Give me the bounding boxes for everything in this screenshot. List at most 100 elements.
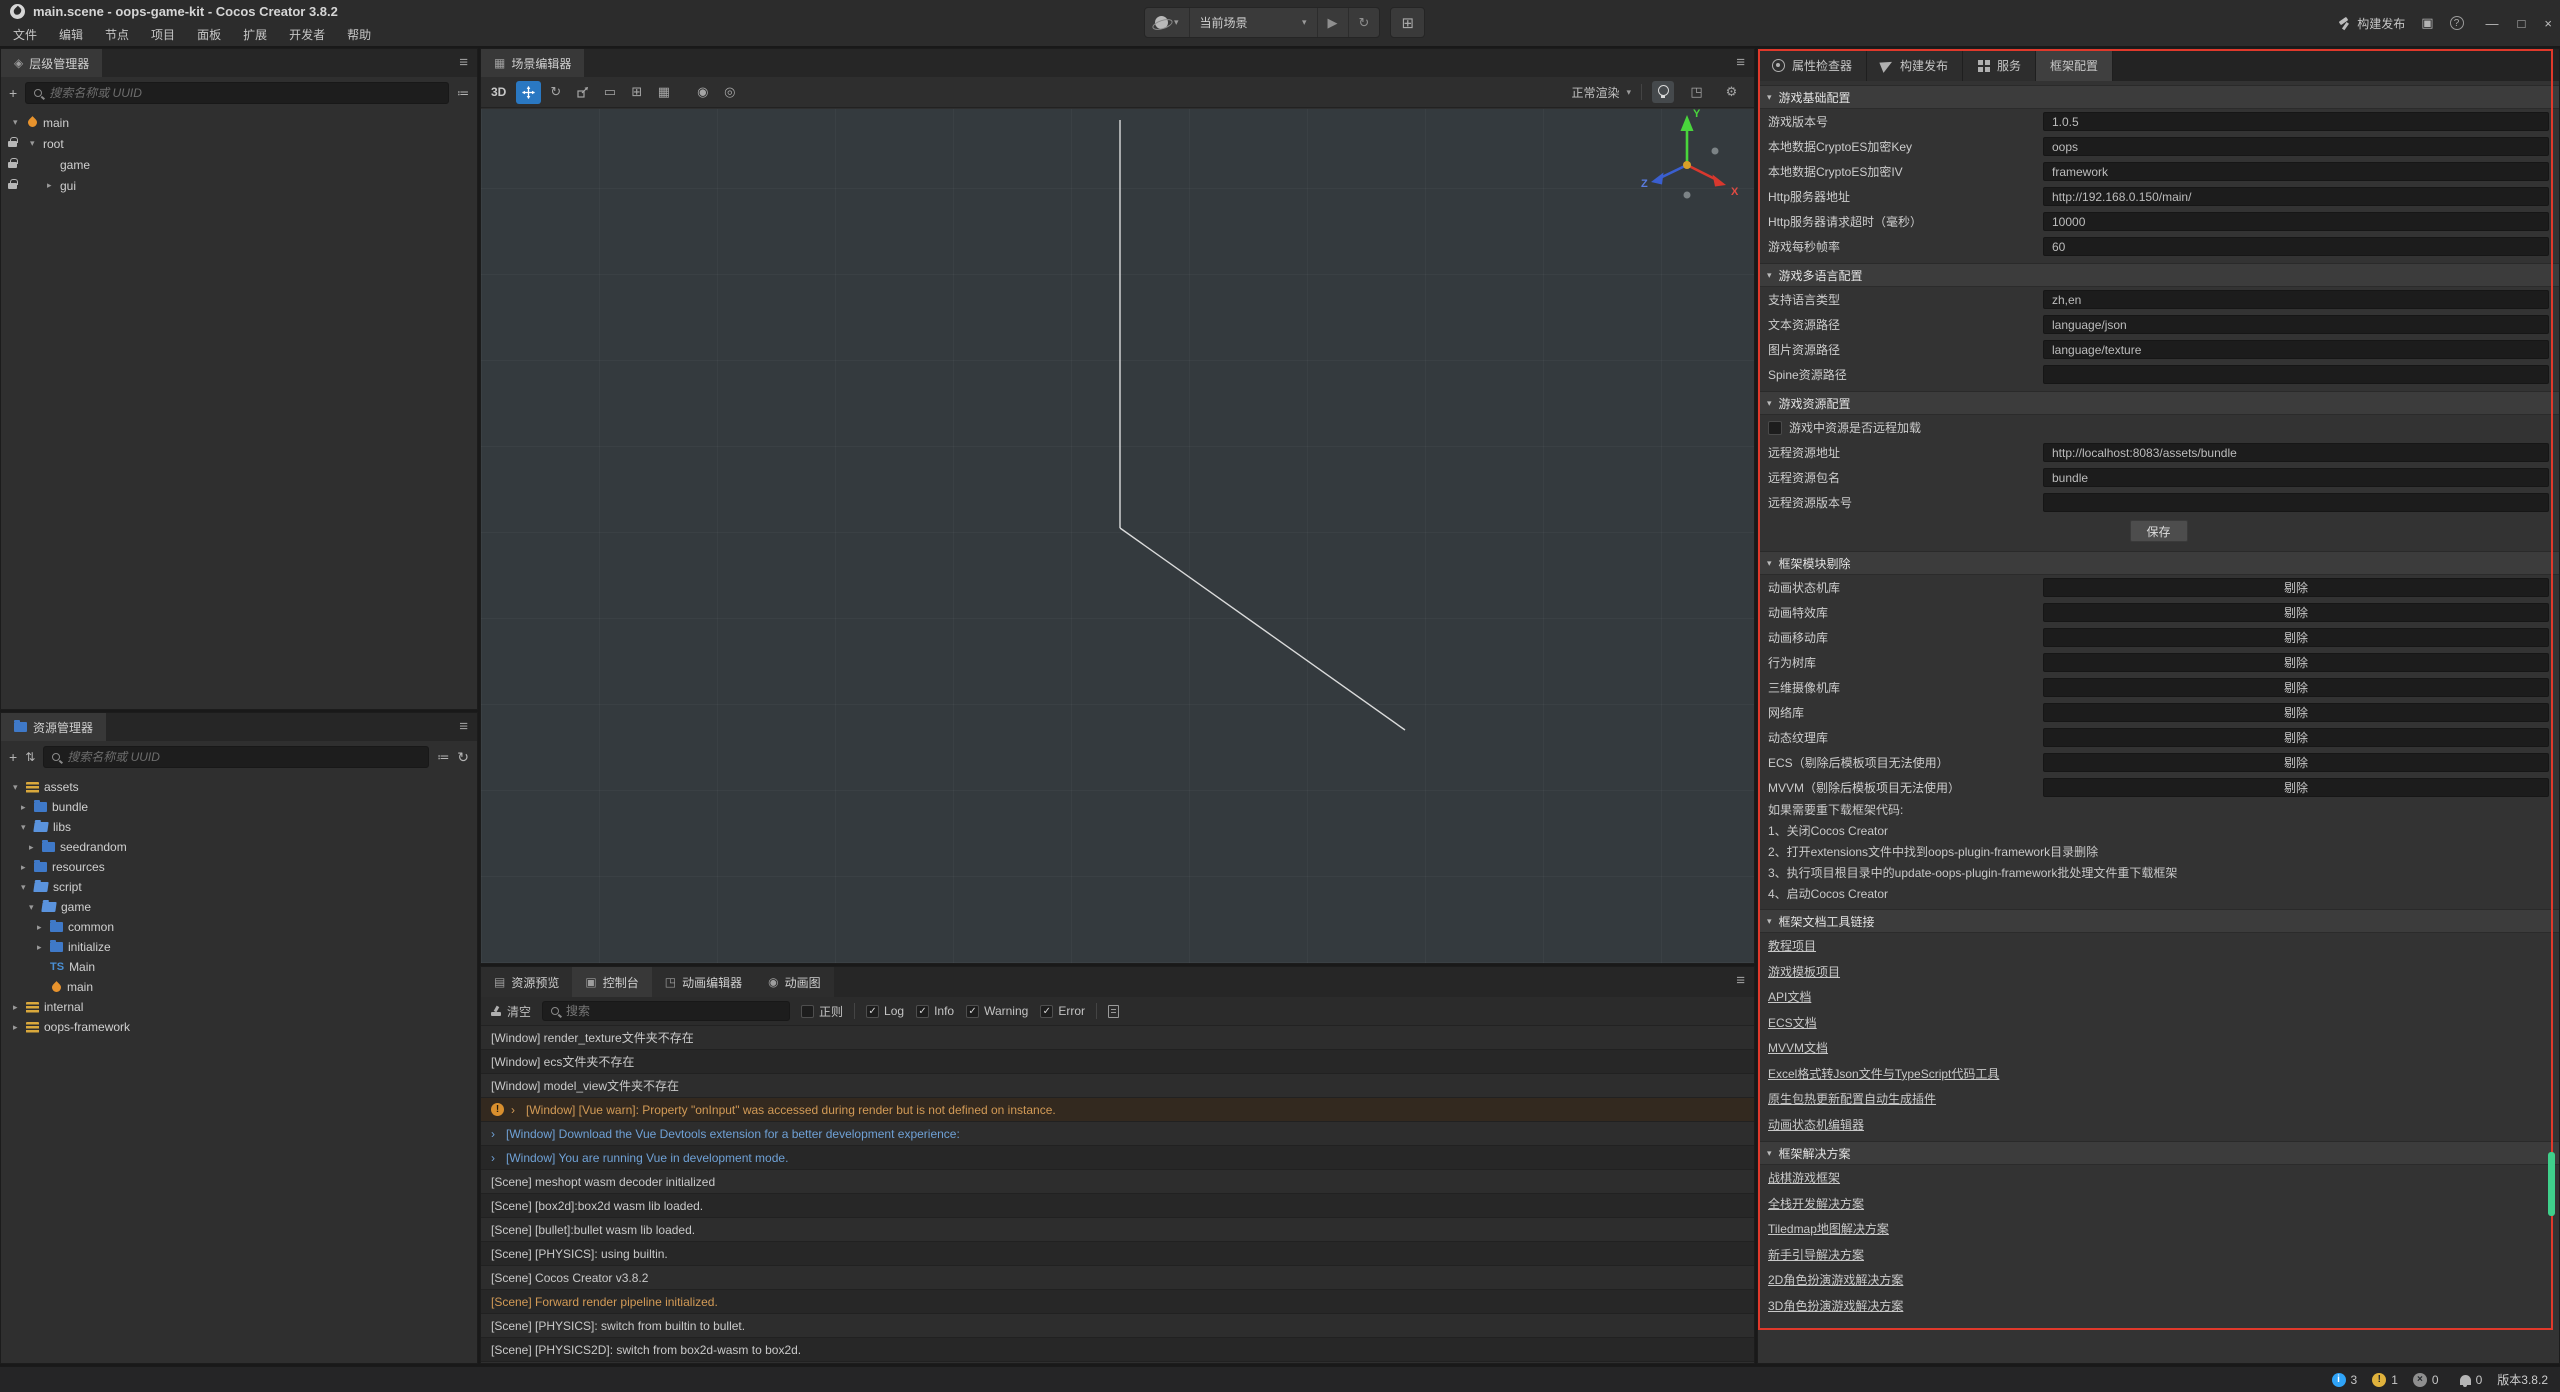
- tree-row[interactable]: game: [1, 154, 477, 175]
- log-row[interactable]: [Window] ecs文件夹不存在: [481, 1050, 1754, 1074]
- help-icon[interactable]: ?: [2450, 16, 2464, 30]
- camera-settings-button[interactable]: ◳: [1684, 81, 1709, 104]
- filter-warning-checkbox[interactable]: ✓Warning: [966, 1004, 1028, 1018]
- tree-row[interactable]: ▾assets: [1, 777, 477, 797]
- remove-module-button[interactable]: 剔除: [2043, 578, 2549, 597]
- log-row[interactable]: [Scene] Cocos Creator v3.8.2: [481, 1266, 1754, 1290]
- ui-grid-tool-button[interactable]: ▦: [651, 81, 676, 104]
- log-row[interactable]: [Scene] [PHYSICS]: using builtin.: [481, 1242, 1754, 1266]
- scrollbar-thumb[interactable]: [2548, 1152, 2555, 1216]
- chevron-down-icon[interactable]: ▾: [30, 138, 43, 149]
- remove-module-button[interactable]: 剔除: [2043, 753, 2549, 772]
- section-header[interactable]: ▾游戏基础配置: [1758, 85, 2559, 109]
- chevron-down-icon[interactable]: ▾: [21, 822, 34, 833]
- chevron-right-icon[interactable]: ▸: [13, 1002, 26, 1013]
- assets-search[interactable]: [43, 746, 429, 768]
- gear-icon[interactable]: ⚙: [1719, 81, 1744, 104]
- doc-link[interactable]: 战棋游戏框架: [1768, 1169, 1840, 1186]
- field-input-文本资源路径[interactable]: [2043, 315, 2549, 334]
- doc-link[interactable]: Excel格式转Json文件与TypeScript代码工具: [1768, 1065, 1999, 1082]
- tree-row[interactable]: ▸bundle: [1, 797, 477, 817]
- error-count-badge[interactable]: × 0: [2413, 1373, 2439, 1387]
- filter-error-checkbox[interactable]: ✓Error: [1040, 1004, 1085, 1018]
- chevron-right-icon[interactable]: ▸: [37, 922, 50, 933]
- log-row[interactable]: [Scene] Forward render pipeline initiali…: [481, 1290, 1754, 1314]
- field-input-图片资源路径[interactable]: [2043, 340, 2549, 359]
- tree-row[interactable]: ▾main: [1, 112, 477, 133]
- menu-item[interactable]: 帮助: [336, 25, 382, 45]
- field-input-Spine资源路径[interactable]: [2043, 365, 2549, 384]
- menu-item[interactable]: 项目: [140, 25, 186, 45]
- hierarchy-search-input[interactable]: [49, 86, 440, 100]
- tree-row[interactable]: ▸internal: [1, 997, 477, 1017]
- light-toggle-button[interactable]: [1652, 81, 1674, 103]
- add-node-button[interactable]: +: [9, 85, 17, 101]
- tree-row[interactable]: ▾game: [1, 897, 477, 917]
- save-button[interactable]: 保存: [2130, 520, 2188, 542]
- remove-module-button[interactable]: 剔除: [2043, 678, 2549, 697]
- field-input-Http服务器请求超时（毫秒）[interactable]: [2043, 212, 2549, 231]
- log-row[interactable]: [Scene] [PHYSICS2D]: switch from box2d-w…: [481, 1338, 1754, 1362]
- filter-log-checkbox[interactable]: ✓Log: [866, 1004, 904, 1018]
- close-button[interactable]: ×: [2544, 16, 2552, 31]
- hierarchy-search[interactable]: [25, 82, 449, 104]
- field-input-本地数据CryptoES加密IV[interactable]: [2043, 162, 2549, 181]
- section-header[interactable]: ▾框架文档工具链接: [1758, 909, 2559, 933]
- field-input-本地数据CryptoES加密Key[interactable]: [2043, 137, 2549, 156]
- log-row[interactable]: [Window] model_view文件夹不存在: [481, 1074, 1754, 1098]
- assets-search-input[interactable]: [67, 750, 420, 764]
- filter-info-checkbox[interactable]: ✓Info: [916, 1004, 954, 1018]
- log-row[interactable]: ›[Window] You are running Vue in develop…: [481, 1146, 1754, 1170]
- tree-row[interactable]: ▾libs: [1, 817, 477, 837]
- tree-row[interactable]: TSMain: [1, 957, 477, 977]
- doc-link[interactable]: 2D角色扮演游戏解决方案: [1768, 1271, 1903, 1288]
- add-asset-button[interactable]: +: [9, 749, 17, 765]
- doc-link[interactable]: API文档: [1768, 988, 1811, 1005]
- menu-item[interactable]: 文件: [2, 25, 48, 45]
- tab-scene-editor[interactable]: ▦ 场景编辑器: [481, 49, 584, 77]
- log-row[interactable]: ›[Window] Download the Vue Devtools exte…: [481, 1122, 1754, 1146]
- field-input-Http服务器地址[interactable]: [2043, 187, 2549, 206]
- play-button[interactable]: ▶: [1317, 8, 1348, 37]
- log-row[interactable]: [Scene] [PHYSICS]: switch from builtin t…: [481, 1314, 1754, 1338]
- expand-arrow-icon[interactable]: ›: [511, 1103, 519, 1117]
- doc-link[interactable]: 游戏模板项目: [1768, 963, 1840, 980]
- expand-arrow-icon[interactable]: ›: [491, 1151, 499, 1165]
- scale-tool-button[interactable]: [570, 81, 595, 104]
- render-mode-dropdown[interactable]: 正常渲染 ▾: [1571, 84, 1631, 101]
- tab-动画编辑器[interactable]: ◳动画编辑器: [652, 967, 755, 997]
- tree-row[interactable]: ▸resources: [1, 857, 477, 877]
- restart-button[interactable]: ↻: [1348, 8, 1380, 37]
- dimension-toggle[interactable]: 3D: [491, 85, 506, 99]
- info-count-badge[interactable]: i 3: [2332, 1373, 2358, 1387]
- tab-动画图[interactable]: ◉动画图: [755, 967, 834, 997]
- warning-count-badge[interactable]: ! 1: [2372, 1373, 2398, 1387]
- remove-module-button[interactable]: 剔除: [2043, 728, 2549, 747]
- doc-link[interactable]: 原生包热更新配置自动生成插件: [1768, 1090, 1936, 1107]
- menu-item[interactable]: 扩展: [232, 25, 278, 45]
- tab-assets[interactable]: 资源管理器: [1, 713, 106, 741]
- chevron-down-icon[interactable]: ▾: [13, 782, 26, 793]
- chevron-right-icon[interactable]: ▸: [21, 862, 34, 873]
- tree-row[interactable]: ▾script: [1, 877, 477, 897]
- doc-link[interactable]: 3D角色扮演游戏解决方案: [1768, 1297, 1903, 1314]
- tab-hierarchy[interactable]: ◈ 层级管理器: [1, 49, 102, 77]
- field-input-游戏每秒帧率[interactable]: [2043, 237, 2549, 256]
- remove-module-button[interactable]: 剔除: [2043, 628, 2549, 647]
- tree-row[interactable]: ▸gui: [1, 175, 477, 196]
- console-search-input[interactable]: [566, 1004, 781, 1018]
- remove-module-button[interactable]: 剔除: [2043, 778, 2549, 797]
- chevron-right-icon[interactable]: ▸: [37, 942, 50, 953]
- gizmo-extra-tool-button[interactable]: ⊞: [624, 81, 649, 104]
- chevron-down-icon[interactable]: ▾: [21, 882, 34, 893]
- chevron-right-icon[interactable]: ▸: [47, 180, 60, 191]
- remove-module-button[interactable]: 剔除: [2043, 653, 2549, 672]
- section-header[interactable]: ▾游戏资源配置: [1758, 391, 2559, 415]
- package-icon[interactable]: ▣: [2421, 15, 2433, 31]
- menu-item[interactable]: 编辑: [48, 25, 94, 45]
- tab-属性检查器[interactable]: 属性检查器: [1758, 49, 1867, 81]
- regex-checkbox[interactable]: 正则: [801, 1003, 843, 1020]
- pivot-toggle-button[interactable]: ◉: [690, 81, 715, 104]
- device-preview-button[interactable]: ⊞: [1391, 8, 1424, 37]
- field-input-远程资源版本号[interactable]: [2043, 493, 2549, 512]
